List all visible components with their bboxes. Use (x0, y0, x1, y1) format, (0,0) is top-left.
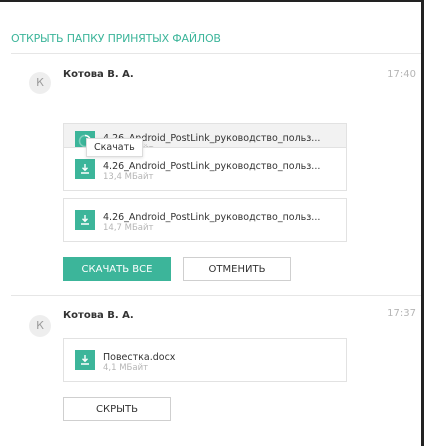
cancel-button[interactable]: ОТМЕНИТЬ (183, 257, 291, 281)
file-name: Повестка.docx (103, 352, 176, 363)
file-size: 4,1 МБайт (103, 363, 149, 373)
file-item[interactable]: Повестка.docx 4,1 МБайт (63, 338, 347, 382)
download-icon[interactable] (75, 210, 95, 230)
download-icon[interactable] (75, 350, 95, 370)
file-item[interactable]: 4.26_Android_PostLink_руководство_польз.… (63, 198, 347, 242)
divider (11, 53, 421, 54)
avatar: К (29, 315, 51, 337)
open-received-folder-link[interactable]: ОТКРЫТЬ ПАПКУ ПРИНЯТЫХ ФАЙЛОВ (11, 32, 221, 45)
file-name: 4.26_Android_PostLink_руководство_польз.… (103, 212, 321, 223)
download-all-button[interactable]: СКАЧАТЬ ВСЕ (63, 257, 171, 281)
message-time: 17:37 (387, 308, 416, 319)
sender-name: Котова В. А. (63, 69, 134, 80)
download-icon[interactable] (75, 159, 95, 179)
sender-name: Котова В. А. (63, 310, 134, 321)
hide-button[interactable]: СКРЫТЬ (63, 397, 171, 421)
message-time: 17:40 (387, 69, 416, 80)
download-tooltip: Скачать (86, 138, 143, 157)
file-size: 13,4 МБайт (103, 172, 154, 182)
file-name: 4.26_Android_PostLink_руководство_польз.… (103, 161, 321, 172)
transfer-panel: ОТКРЫТЬ ПАПКУ ПРИНЯТЫХ ФАЙЛОВ К Котова В… (0, 0, 424, 446)
avatar: К (29, 72, 51, 94)
divider (11, 295, 421, 296)
file-size: 14,7 МБайт (103, 223, 154, 233)
